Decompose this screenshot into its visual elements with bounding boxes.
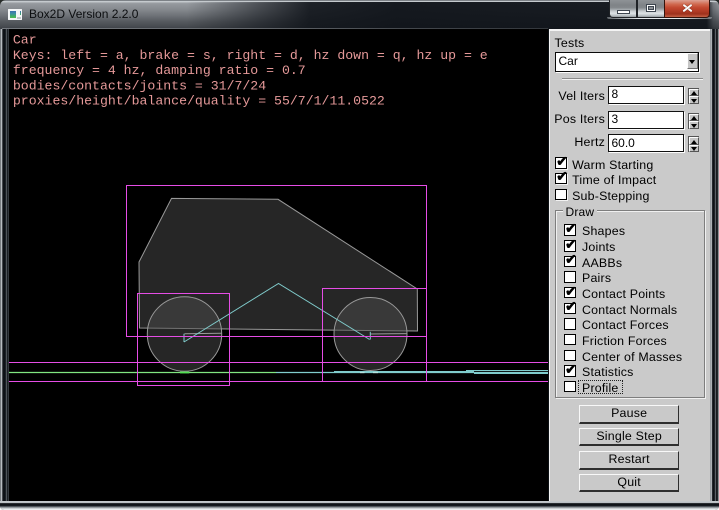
svg-text:frequency = 4 hz, damping rati: frequency = 4 hz, damping ratio = 0.7 bbox=[13, 63, 306, 78]
svg-text:Car: Car bbox=[13, 33, 37, 48]
svg-text:bodies/contacts/joints = 31/7/: bodies/contacts/joints = 31/7/24 bbox=[13, 78, 266, 93]
svg-text:Keys: left = a, brake = s, rig: Keys: left = a, brake = s, right = d, hz… bbox=[13, 48, 488, 63]
svg-text:proxies/height/balance/quality: proxies/height/balance/quality = 55/7/1/… bbox=[13, 94, 385, 109]
